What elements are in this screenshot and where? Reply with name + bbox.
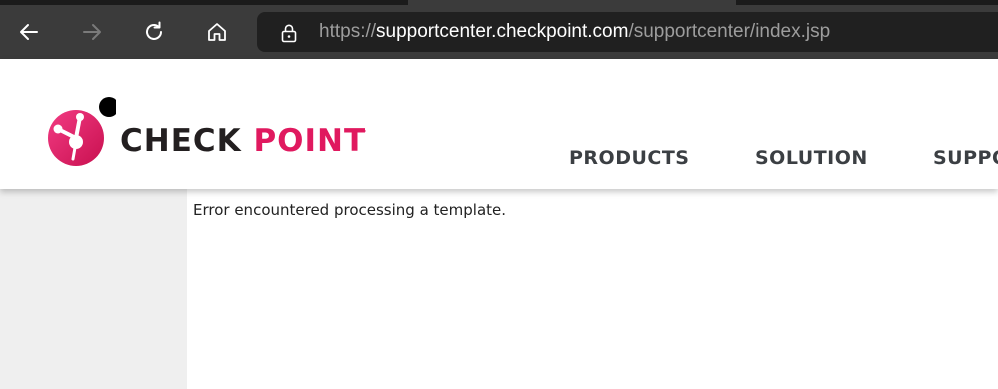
url-text[interactable]: https://supportcenter.checkpoint.com/sup… xyxy=(319,12,830,52)
back-arrow-icon xyxy=(20,24,38,40)
refresh-button[interactable] xyxy=(136,14,172,50)
check-point-logo[interactable]: CHECK POINT ™ xyxy=(46,97,376,169)
back-button[interactable] xyxy=(11,14,47,50)
logo-trademark: ™ xyxy=(360,129,367,137)
forward-arrow-icon xyxy=(83,24,101,40)
browser-toolbar: https://supportcenter.checkpoint.com/sup… xyxy=(0,5,998,59)
forward-button[interactable] xyxy=(74,14,110,50)
nav-item-products[interactable]: PRODUCTS xyxy=(569,147,690,169)
main-content: Error encountered processing a template. xyxy=(187,189,998,389)
url-path: /supportcenter/index.jsp xyxy=(628,21,831,42)
nav-item-solution[interactable]: SOLUTION xyxy=(755,147,868,169)
url-scheme: https:// xyxy=(319,21,377,42)
logo-word-point: POINT xyxy=(253,123,367,159)
home-button[interactable] xyxy=(199,14,235,50)
lock-icon[interactable] xyxy=(279,23,299,47)
url-host: supportcenter.checkpoint.com xyxy=(376,21,629,42)
refresh-icon xyxy=(146,21,162,40)
error-message: Error encountered processing a template. xyxy=(193,201,507,219)
nav-item-support[interactable]: SUPPORT xyxy=(933,147,998,169)
logo-word-check: CHECK xyxy=(120,123,254,159)
left-sidebar xyxy=(0,189,187,389)
site-header: CHECK POINT ™ PRODUCTS SOLUTION SUPPORT xyxy=(0,59,998,189)
address-bar[interactable]: https://supportcenter.checkpoint.com/sup… xyxy=(257,12,998,52)
logo-wordmark: CHECK POINT xyxy=(120,123,366,159)
page: CHECK POINT ™ PRODUCTS SOLUTION SUPPORT … xyxy=(0,59,998,389)
logo-mark-icon xyxy=(48,97,116,166)
home-icon xyxy=(208,23,226,41)
